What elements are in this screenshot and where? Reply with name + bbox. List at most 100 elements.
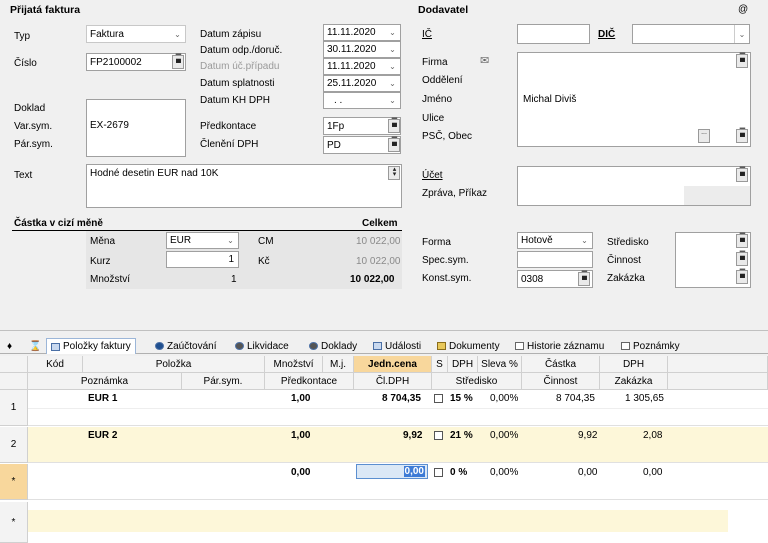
tab-polozky[interactable]: Položky faktury — [46, 338, 136, 354]
cell-s[interactable] — [434, 393, 443, 404]
cell-cena[interactable]: 9,92 — [403, 430, 422, 441]
ic-label[interactable]: IČ — [422, 29, 432, 40]
cinnost-lookup-button[interactable]: ▔ ▀ — [736, 252, 748, 266]
psc-label: PSČ, Obec — [422, 131, 473, 142]
checkbox[interactable] — [434, 430, 443, 440]
cell-dph[interactable]: 15 % — [450, 393, 473, 404]
datum-splatnosti-field[interactable]: 25.11.2020 ⌄ — [323, 75, 401, 92]
table-row[interactable]: 2 EUR 2 1,00 9,92 21 % 0,00% 9,92 2,08 — [0, 427, 768, 463]
table-row-partial[interactable]: * — [0, 502, 768, 543]
summary-strip — [28, 510, 728, 532]
datum-odp-field[interactable]: 30.11.2020 ⌄ — [323, 41, 401, 58]
cell-polozka[interactable]: EUR 1 — [88, 393, 117, 404]
datum-uc-field[interactable]: 11.11.2020 ⌄ — [323, 58, 401, 75]
dic-label[interactable]: DIČ — [598, 29, 615, 40]
col-cldph[interactable]: Čl.DPH — [354, 373, 432, 390]
tab-doklady[interactable]: Doklady — [304, 338, 362, 354]
tab-dokumenty[interactable]: Dokumenty — [432, 338, 505, 354]
datum-zapisu-field[interactable]: 11.11.2020 ⌄ — [323, 24, 401, 41]
cell-dph[interactable]: 0 % — [450, 467, 467, 478]
ucet-lookup-button[interactable]: ▔ ▀ — [736, 168, 748, 182]
cleneni-lookup-button[interactable]: ▔ ▀ — [388, 138, 400, 152]
cell-dph2[interactable]: 2,08 — [643, 430, 662, 441]
text-field[interactable]: Hodné desetin EUR nad 10K — [86, 164, 402, 208]
predkontace-lookup-button[interactable]: ▔ ▀ — [388, 119, 400, 133]
address-block[interactable]: Michal Diviš — [517, 52, 751, 147]
mena-select[interactable]: EUR ⌄ — [166, 232, 239, 249]
tab-zauctovani[interactable]: Zaúčtování — [150, 338, 221, 354]
checkbox[interactable] — [434, 467, 443, 477]
cell-mnozstvi[interactable]: 1,00 — [291, 430, 310, 441]
tab-likvidace[interactable]: Likvidace — [230, 338, 294, 354]
varsym-field[interactable]: EX-2679 — [86, 99, 186, 157]
predkontace-value: 1Fp — [327, 121, 345, 132]
firma-lookup-button[interactable]: ▔ ▀ — [736, 54, 748, 68]
col-dph2[interactable]: DPH — [600, 356, 668, 373]
ucet-label[interactable]: Účet — [422, 170, 443, 181]
predkontace-label: Předkontace — [200, 121, 257, 132]
col-castka[interactable]: Částka — [522, 356, 600, 373]
chevron-down-icon: ⌄ — [389, 62, 396, 71]
obec-ellipsis-button[interactable]: ... — [698, 129, 710, 143]
tab-label: Doklady — [321, 340, 358, 352]
cislo-lookup-button[interactable]: ▔ ▀ — [172, 55, 184, 69]
cell-sleva[interactable]: 0,00% — [490, 430, 518, 441]
tab-udalosti[interactable]: Události — [368, 338, 426, 354]
cell-dph2[interactable]: 1 305,65 — [625, 393, 664, 404]
col-parsym[interactable]: Pár.sym. — [182, 373, 265, 390]
zakazka-lookup-button[interactable]: ▔ ▀ — [736, 270, 748, 284]
col-sleva[interactable]: Sleva % — [478, 356, 522, 373]
cell-s[interactable] — [434, 467, 443, 478]
forma-select[interactable]: Hotově ⌄ — [517, 232, 593, 249]
cell-s[interactable] — [434, 430, 443, 441]
table-row[interactable]: 1 EUR 1 1,00 8 704,35 15 % 0,00% 8 704,3… — [0, 390, 768, 426]
col-zakazka[interactable]: Zakázka — [600, 373, 668, 390]
cell-cena[interactable]: 8 704,35 — [382, 393, 421, 404]
cell-dph2[interactable]: 0,00 — [643, 467, 662, 478]
col-polozka[interactable]: Položka — [83, 356, 265, 373]
tab-poznamky[interactable]: Poznámky — [616, 338, 685, 354]
col-dph[interactable]: DPH — [448, 356, 478, 373]
datum-kh-field[interactable]: . . ⌄ — [323, 92, 401, 109]
cell-dph[interactable]: 21 % — [450, 430, 473, 441]
cell-cena-editor[interactable]: 0,00 — [356, 464, 428, 479]
specsym-field[interactable] — [517, 251, 593, 268]
text-scroll-button[interactable]: ▴ ▾ — [388, 166, 400, 180]
cell-castka[interactable]: 0,00 — [578, 467, 597, 478]
tab-pin[interactable]: ♦ — [2, 338, 17, 354]
col-mnozstvi[interactable]: Množství — [265, 356, 323, 373]
col-predkontace[interactable]: Předkontace — [265, 373, 354, 390]
col-poznamka[interactable]: Poznámka — [28, 373, 182, 390]
cislo-field[interactable]: FP2100002 — [86, 53, 186, 71]
email-icon[interactable]: @ — [738, 4, 748, 15]
kurz-field[interactable]: 1 — [166, 251, 239, 268]
cell-polozka[interactable]: EUR 2 — [88, 430, 117, 441]
col-jedncena[interactable]: Jedn.cena — [354, 356, 432, 373]
table-row[interactable]: * 0,00 0,00 0 % 0,00% 0,00 0,00 — [0, 464, 768, 500]
cell-sleva[interactable]: 0,00% — [490, 467, 518, 478]
obec-lookup-button[interactable]: ▔ ▀ — [736, 129, 748, 143]
dic-field[interactable]: ⌄ — [632, 24, 750, 44]
cell-castka[interactable]: 8 704,35 — [556, 393, 595, 404]
col-cinnost[interactable]: Činnost — [522, 373, 600, 390]
cell-castka[interactable]: 9,92 — [578, 430, 597, 441]
cell-sleva[interactable]: 0,00% — [490, 393, 518, 404]
col-s[interactable]: S — [432, 356, 448, 373]
ic-field[interactable] — [517, 24, 590, 44]
cell-cena[interactable]: 0,00 — [403, 466, 425, 477]
tab-filter[interactable]: ⌛ — [24, 338, 46, 354]
col-stredisko[interactable]: Středisko — [432, 373, 522, 390]
typ-select[interactable]: Faktura ⌄ — [86, 25, 186, 43]
checkbox[interactable] — [434, 393, 443, 403]
cell-mnozstvi[interactable]: 0,00 — [291, 467, 310, 478]
cell-mnozstvi[interactable]: 1,00 — [291, 393, 310, 404]
datum-splatnosti-label: Datum splatnosti — [200, 78, 275, 89]
zprava-field[interactable] — [684, 186, 750, 205]
tab-historie[interactable]: Historie záznamu — [510, 338, 609, 354]
col-kod[interactable]: Kód — [28, 356, 83, 373]
stredisko-lookup-button[interactable]: ▔ ▀ — [736, 234, 748, 248]
konstsym-lookup-button[interactable]: ▔ ▀ — [578, 272, 590, 286]
address-book-icon[interactable]: ✉ — [480, 54, 494, 67]
col-mj[interactable]: M.j. — [323, 356, 354, 373]
oddeleni-label: Oddělení — [422, 75, 463, 86]
